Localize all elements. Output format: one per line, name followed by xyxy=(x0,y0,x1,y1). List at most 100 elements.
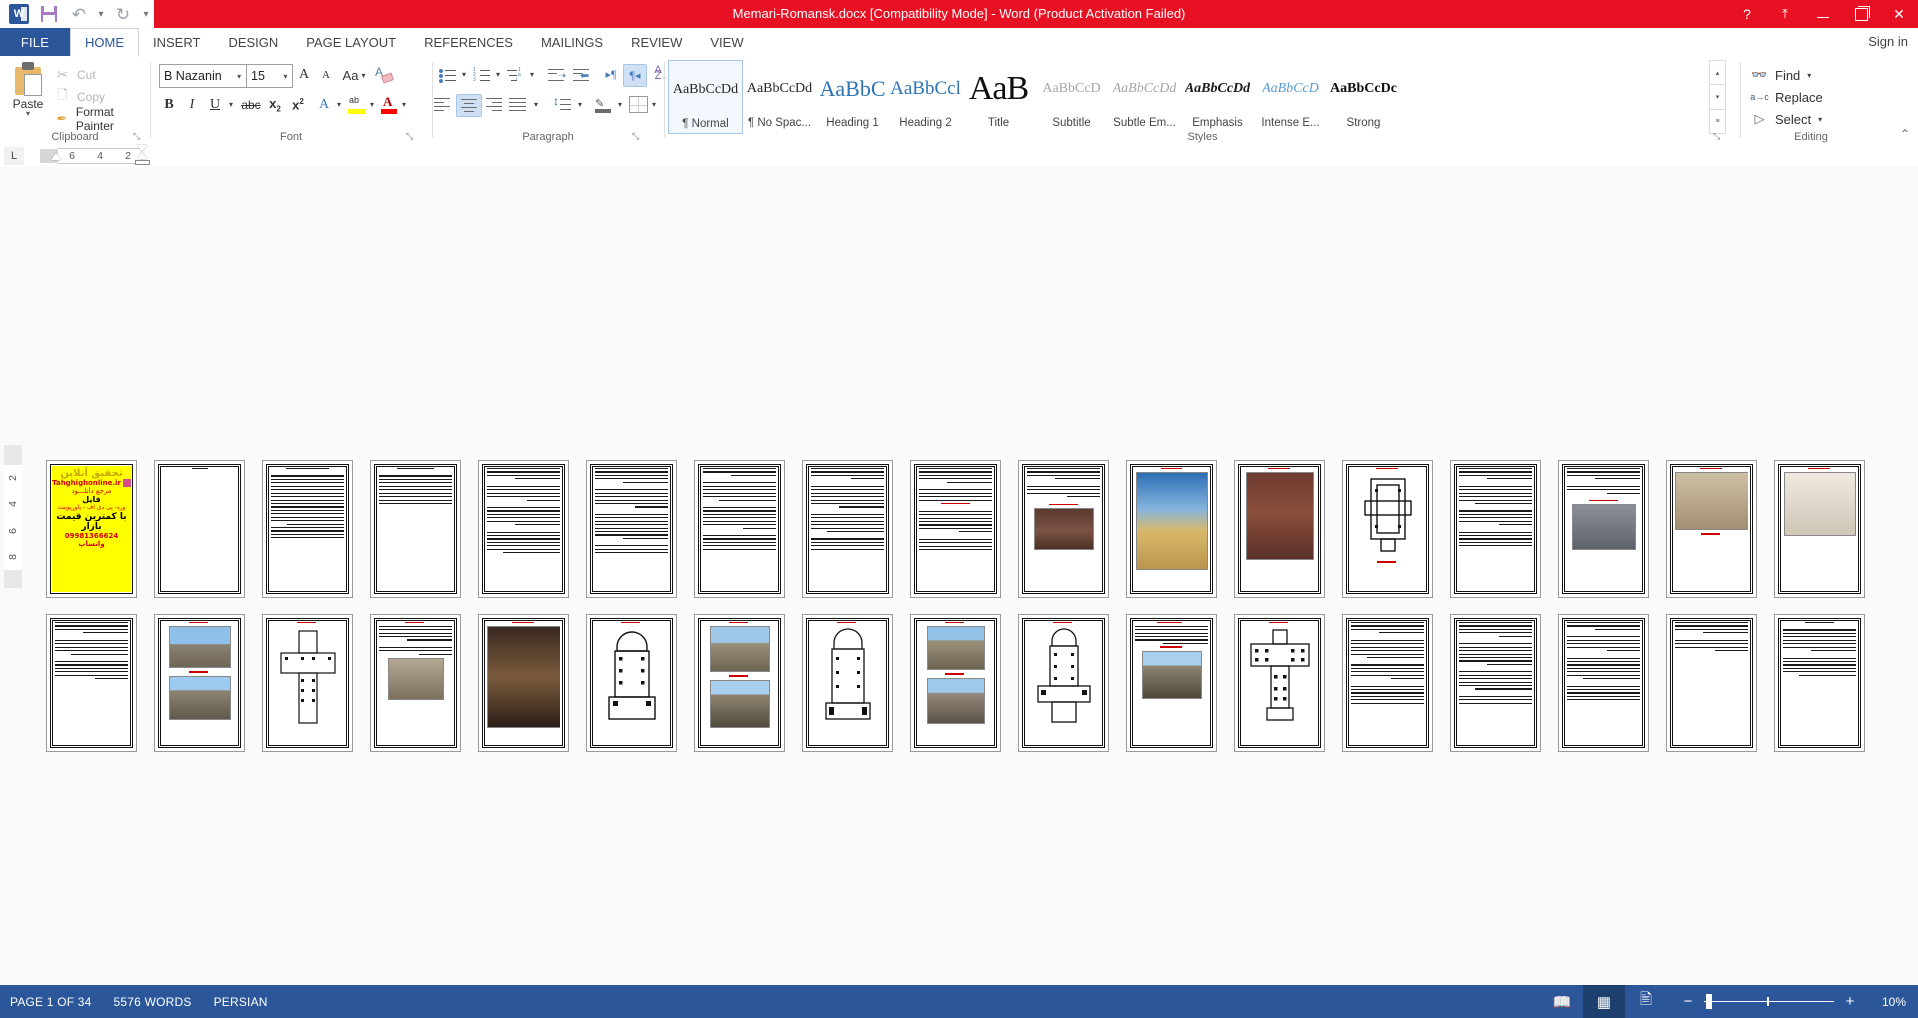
right-margin-marker[interactable] xyxy=(135,160,150,165)
highlight-caret-icon[interactable]: ▾ xyxy=(366,94,378,115)
styles-gallery-scroll[interactable]: ▴ ▾ ≡ xyxy=(1709,60,1726,134)
tab-references[interactable]: REFERENCES xyxy=(410,28,527,56)
zoom-slider[interactable] xyxy=(1704,993,1834,1009)
page-thumbnail[interactable] xyxy=(151,457,248,601)
cut-button[interactable]: ✂ Cut xyxy=(54,64,150,86)
sign-in-button[interactable]: Sign in xyxy=(1862,28,1914,56)
clear-formatting-button[interactable]: A xyxy=(373,65,395,85)
clipboard-dialog-launcher[interactable]: ⤡ xyxy=(133,131,144,142)
align-left-button[interactable] xyxy=(431,94,455,115)
style-no-spacing[interactable]: AaBbCcDd ¶ No Spac... xyxy=(743,60,816,132)
ribbon-display-options-icon[interactable]: ⤒ xyxy=(1766,0,1804,28)
increase-indent-button[interactable]: ➝ xyxy=(545,64,569,85)
customize-qat-icon[interactable]: ▾ xyxy=(138,0,154,28)
tab-home[interactable]: HOME xyxy=(70,28,139,57)
select-button[interactable]: ▷ Select ▾ xyxy=(1751,108,1823,130)
italic-button[interactable]: I xyxy=(182,94,202,115)
style-subtitle[interactable]: AaBbCcD Subtitle xyxy=(1035,60,1108,132)
multilevel-caret-icon[interactable]: ▾ xyxy=(526,64,538,85)
zoom-out-button[interactable]: − xyxy=(1681,993,1695,1010)
subscript-button[interactable]: x2 xyxy=(264,94,286,115)
page-thumbnail[interactable] xyxy=(1771,611,1868,755)
page-thumbnail[interactable] xyxy=(367,611,464,755)
ltr-direction-button[interactable]: ▸ ¶ xyxy=(600,64,622,85)
page-thumbnail[interactable] xyxy=(1123,457,1220,601)
change-case-button[interactable]: Aa ▾ xyxy=(341,65,367,85)
chevron-down-icon[interactable]: ▾ xyxy=(279,72,292,81)
page-thumbnail[interactable] xyxy=(1231,457,1328,601)
page-thumbnail[interactable] xyxy=(583,611,680,755)
underline-button[interactable]: U xyxy=(205,94,225,115)
shrink-font-button[interactable]: A xyxy=(316,65,336,85)
style-normal[interactable]: AaBbCcDd ¶ Normal xyxy=(668,60,743,134)
font-name-combobox[interactable]: B Nazanin ▾ xyxy=(159,64,247,88)
page-thumbnail[interactable] xyxy=(799,611,896,755)
document-canvas[interactable]: 2 4 6 8 تحقیق آنلاین Tahghighonline.ir م… xyxy=(0,167,1918,985)
redo-icon[interactable]: ↻ xyxy=(108,0,138,28)
zoom-percentage[interactable]: 10% xyxy=(1866,995,1906,1009)
page-thumbnail[interactable] xyxy=(475,611,572,755)
numbering-button[interactable]: 1 2 3 xyxy=(471,64,493,85)
rtl-direction-button[interactable]: ¶ ◂ xyxy=(623,64,647,87)
zoom-slider-thumb[interactable] xyxy=(1706,993,1712,1009)
page-thumbnail[interactable]: تحقیق آنلاین Tahghighonline.ir مرجع دانل… xyxy=(43,457,140,601)
undo-icon[interactable]: ↶ xyxy=(64,0,94,28)
tab-file[interactable]: FILE xyxy=(0,28,70,56)
format-painter-button[interactable]: ✒ Format Painter xyxy=(54,105,150,133)
page-thumbnail[interactable] xyxy=(1663,611,1760,755)
tab-mailings[interactable]: MAILINGS xyxy=(527,28,617,56)
page-thumbnail[interactable] xyxy=(907,611,1004,755)
paste-button[interactable]: Paste ▾ xyxy=(6,62,50,118)
tab-design[interactable]: DESIGN xyxy=(214,28,292,56)
page-thumbnail[interactable] xyxy=(1015,611,1112,755)
justify-caret-icon[interactable]: ▾ xyxy=(530,94,542,115)
style-strong[interactable]: AaBbCcDc Strong xyxy=(1327,60,1400,132)
decrease-indent-button[interactable]: ⬅ xyxy=(570,64,594,85)
word-app-icon[interactable]: W xyxy=(4,0,34,28)
page-thumbnail[interactable] xyxy=(1447,611,1544,755)
bold-button[interactable]: B xyxy=(159,94,179,115)
hanging-indent-marker[interactable] xyxy=(137,152,147,159)
style-subtle-emphasis[interactable]: AaBbCcDd Subtle Em... xyxy=(1108,60,1181,132)
page-thumbnail[interactable] xyxy=(1555,457,1652,601)
tab-review[interactable]: REVIEW xyxy=(617,28,696,56)
line-spacing-button[interactable]: ↕ xyxy=(550,94,574,115)
shading-button[interactable]: ✎ xyxy=(593,94,615,115)
page-thumbnail[interactable] xyxy=(367,457,464,601)
styles-dialog-launcher[interactable]: ⤡ xyxy=(1713,131,1724,142)
page-thumbnail[interactable] xyxy=(1339,457,1436,601)
page-thumbnail[interactable] xyxy=(1123,611,1220,755)
style-heading-1[interactable]: AaBbC Heading 1 xyxy=(816,60,889,132)
tab-stop-selector[interactable]: L xyxy=(4,147,24,165)
text-effects-caret-icon[interactable]: ▾ xyxy=(333,94,345,115)
align-center-button[interactable] xyxy=(456,94,482,117)
replace-button[interactable]: a→c Replace xyxy=(1750,86,1822,108)
page-thumbnail[interactable] xyxy=(583,457,680,601)
find-button[interactable]: 👓 Find ▾ xyxy=(1751,64,1823,86)
first-line-indent-marker[interactable] xyxy=(137,145,147,152)
word-count[interactable]: 5576 WORDS xyxy=(114,995,192,1009)
page-thumbnail[interactable] xyxy=(1339,611,1436,755)
styles-scroll-up-icon[interactable]: ▴ xyxy=(1710,61,1725,86)
chevron-down-icon[interactable]: ▾ xyxy=(232,72,246,81)
help-button[interactable]: ? xyxy=(1728,0,1766,28)
font-dialog-launcher[interactable]: ⤡ xyxy=(406,131,417,142)
paste-caret-icon[interactable]: ▾ xyxy=(6,110,50,118)
text-effects-button[interactable]: A xyxy=(314,94,334,115)
style-heading-2[interactable]: AaBbCcl Heading 2 xyxy=(889,60,962,132)
page-thumbnail[interactable] xyxy=(151,611,248,755)
font-size-combobox[interactable]: 15 ▾ xyxy=(246,64,293,88)
styles-scroll-down-icon[interactable]: ▾ xyxy=(1710,85,1725,110)
paragraph-dialog-launcher[interactable]: ⤡ xyxy=(632,131,643,142)
page-thumbnail[interactable] xyxy=(1555,611,1652,755)
align-right-button[interactable] xyxy=(481,94,505,115)
page-thumbnail[interactable] xyxy=(259,457,356,601)
page-thumbnail[interactable] xyxy=(1447,457,1544,601)
find-caret-icon[interactable]: ▾ xyxy=(1807,71,1811,80)
page-thumbnail[interactable] xyxy=(259,611,356,755)
page-thumbnail[interactable] xyxy=(1231,611,1328,755)
multilevel-list-button[interactable]: 1 a i xyxy=(505,64,527,85)
left-indent-marker[interactable] xyxy=(51,153,61,160)
strikethrough-button[interactable]: abc xyxy=(239,94,263,115)
borders-button[interactable] xyxy=(627,94,649,115)
